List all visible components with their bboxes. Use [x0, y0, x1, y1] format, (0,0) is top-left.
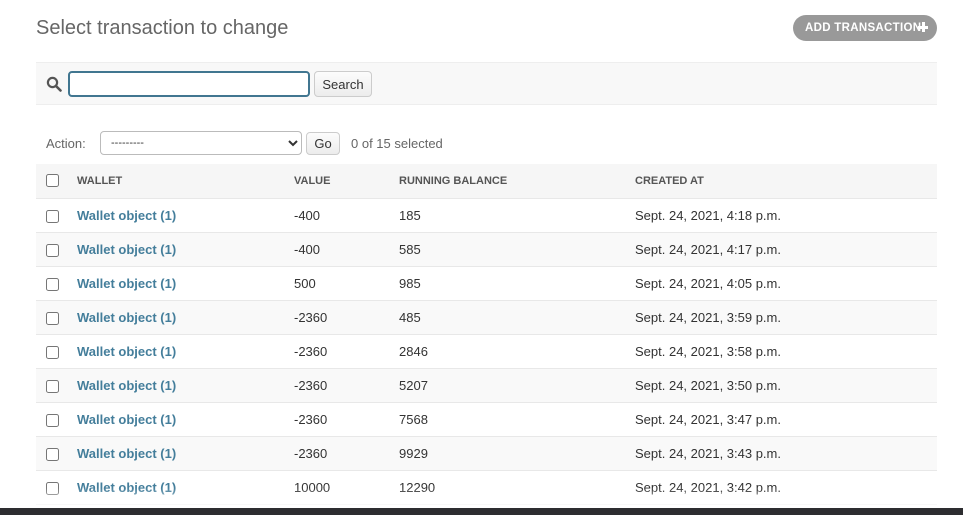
wallet-link[interactable]: Wallet object (1)	[77, 276, 176, 291]
wallet-link[interactable]: Wallet object (1)	[77, 242, 176, 257]
created-at-cell: Sept. 24, 2021, 3:47 p.m.	[635, 402, 937, 437]
running-balance-cell: 9929	[399, 436, 635, 471]
row-checkbox[interactable]	[46, 277, 59, 291]
results-table: WALLET VALUE RUNNING BALANCE CREATED AT …	[36, 164, 937, 505]
value-cell: -2360	[294, 368, 399, 403]
column-header-created-at[interactable]: CREATED AT	[635, 164, 937, 199]
action-label: Action:	[46, 136, 86, 151]
running-balance-cell: 2846	[399, 334, 635, 369]
value-cell: -2360	[294, 436, 399, 471]
wallet-link[interactable]: Wallet object (1)	[77, 378, 176, 393]
add-transaction-label: ADD TRANSACTION	[805, 22, 922, 34]
created-at-cell: Sept. 24, 2021, 4:05 p.m.	[635, 266, 937, 301]
row-checkbox[interactable]	[46, 413, 59, 427]
created-at-cell: Sept. 24, 2021, 4:18 p.m.	[635, 198, 937, 233]
search-toolbar: Search	[36, 62, 937, 105]
running-balance-cell: 585	[399, 232, 635, 267]
row-checkbox[interactable]	[46, 447, 59, 461]
wallet-link[interactable]: Wallet object (1)	[77, 344, 176, 359]
table-row: Wallet object (1) -400 185 Sept. 24, 202…	[36, 198, 937, 233]
value-cell: 500	[294, 266, 399, 301]
created-at-cell: Sept. 24, 2021, 3:50 p.m.	[635, 368, 937, 403]
wallet-link[interactable]: Wallet object (1)	[77, 208, 176, 223]
action-select[interactable]: ---------	[100, 131, 302, 155]
row-checkbox[interactable]	[46, 311, 59, 325]
value-cell: 10000	[294, 470, 399, 505]
created-at-cell: Sept. 24, 2021, 3:59 p.m.	[635, 300, 937, 335]
value-cell: -2360	[294, 300, 399, 335]
running-balance-cell: 7568	[399, 402, 635, 437]
table-row: Wallet object (1) 500 985 Sept. 24, 2021…	[36, 266, 937, 301]
running-balance-cell: 985	[399, 266, 635, 301]
column-header-value[interactable]: VALUE	[294, 164, 399, 199]
table-row: Wallet object (1) -2360 2846 Sept. 24, 2…	[36, 334, 937, 369]
table-row: Wallet object (1) -2360 7568 Sept. 24, 2…	[36, 402, 937, 437]
value-cell: -400	[294, 198, 399, 233]
wallet-link[interactable]: Wallet object (1)	[77, 412, 176, 427]
row-checkbox[interactable]	[46, 243, 59, 257]
table-row: Wallet object (1) -2360 5207 Sept. 24, 2…	[36, 368, 937, 403]
running-balance-cell: 12290	[399, 470, 635, 505]
column-header-running-balance[interactable]: RUNNING BALANCE	[399, 164, 635, 199]
wallet-link[interactable]: Wallet object (1)	[77, 310, 176, 325]
row-checkbox[interactable]	[46, 481, 59, 495]
created-at-cell: Sept. 24, 2021, 3:43 p.m.	[635, 436, 937, 471]
running-balance-cell: 185	[399, 198, 635, 233]
page-title: Select transaction to change	[36, 17, 289, 39]
wallet-link[interactable]: Wallet object (1)	[77, 446, 176, 461]
column-header-wallet[interactable]: WALLET	[76, 164, 294, 199]
actions-bar: Action: --------- Go 0 of 15 selected	[36, 126, 937, 162]
search-input[interactable]	[68, 71, 310, 97]
created-at-cell: Sept. 24, 2021, 4:17 p.m.	[635, 232, 937, 267]
go-button[interactable]: Go	[306, 132, 340, 155]
table-header-row: WALLET VALUE RUNNING BALANCE CREATED AT	[36, 164, 937, 199]
table-row: Wallet object (1) -2360 9929 Sept. 24, 2…	[36, 436, 937, 471]
wallet-link[interactable]: Wallet object (1)	[77, 480, 176, 495]
search-icon	[46, 76, 62, 92]
row-checkbox[interactable]	[46, 209, 59, 223]
row-checkbox[interactable]	[46, 345, 59, 359]
value-cell: -400	[294, 232, 399, 267]
created-at-cell: Sept. 24, 2021, 3:42 p.m.	[635, 470, 937, 505]
table-row: Wallet object (1) -400 585 Sept. 24, 202…	[36, 232, 937, 267]
selected-count: 0 of 15 selected	[351, 136, 443, 151]
table-row: Wallet object (1) -2360 485 Sept. 24, 20…	[36, 300, 937, 335]
add-transaction-button[interactable]: ADD TRANSACTION	[793, 15, 937, 41]
search-button[interactable]: Search	[314, 71, 372, 97]
select-all-checkbox[interactable]	[46, 174, 59, 188]
value-cell: -2360	[294, 334, 399, 369]
running-balance-cell: 5207	[399, 368, 635, 403]
running-balance-cell: 485	[399, 300, 635, 335]
table-row: Wallet object (1) 10000 12290 Sept. 24, …	[36, 470, 937, 505]
desktop-background-strip	[0, 508, 963, 515]
select-all-cell	[36, 164, 76, 199]
value-cell: -2360	[294, 402, 399, 437]
created-at-cell: Sept. 24, 2021, 3:58 p.m.	[635, 334, 937, 369]
row-checkbox[interactable]	[46, 379, 59, 393]
plus-icon	[917, 21, 929, 33]
